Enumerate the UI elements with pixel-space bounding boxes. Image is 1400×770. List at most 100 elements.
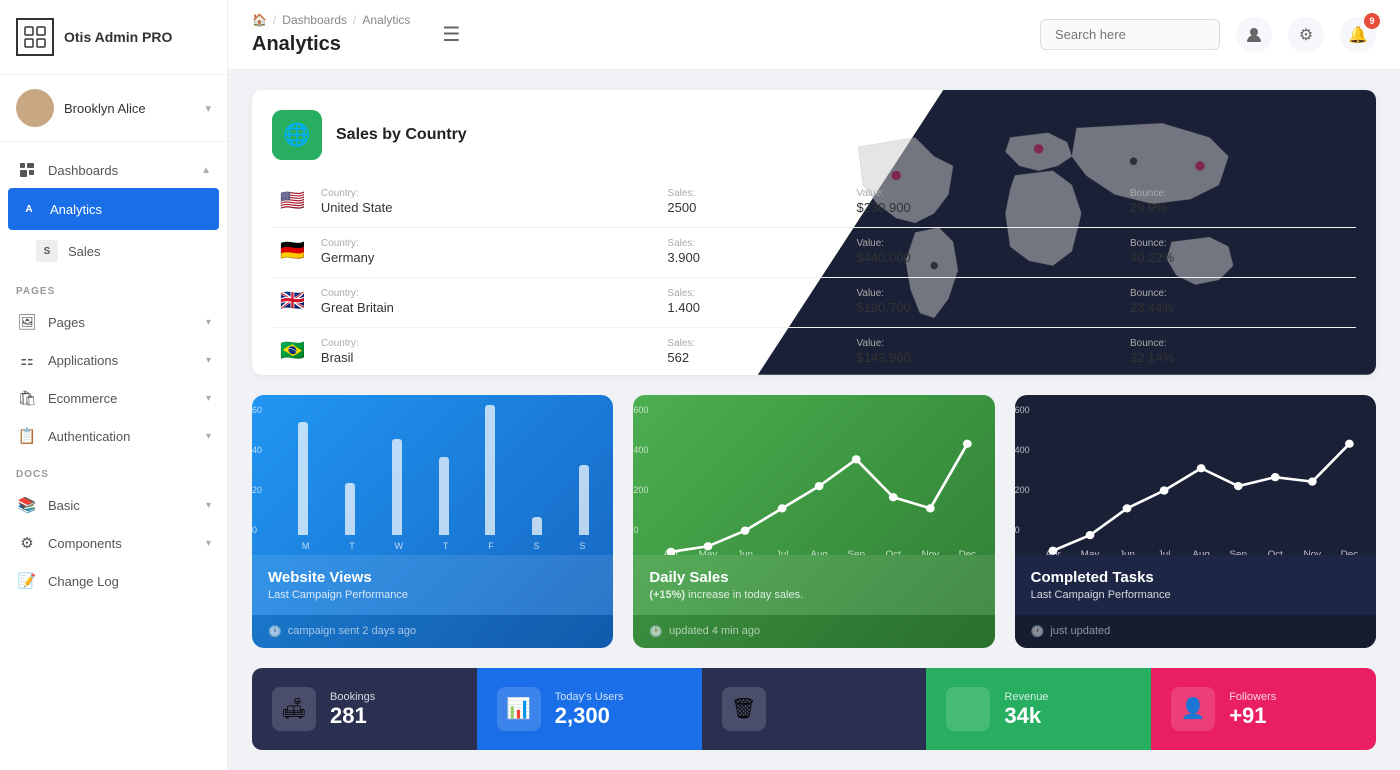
home-icon: 🏠 bbox=[252, 13, 267, 27]
stat-item-4: 👤 Followers +91 bbox=[1151, 668, 1376, 750]
applications-icon: ⚏ bbox=[16, 351, 38, 369]
user-profile[interactable]: Brooklyn Alice ▾ bbox=[0, 75, 227, 142]
data-point bbox=[1308, 477, 1317, 485]
daily-sales-title: Daily Sales bbox=[649, 569, 978, 586]
sidebar-item-analytics-label: Analytics bbox=[50, 202, 209, 217]
sidebar-item-components[interactable]: ⚙ Components ▾ bbox=[0, 524, 227, 562]
bar-wrapper bbox=[422, 457, 465, 535]
sales-cell: Sales: 1.400 bbox=[659, 278, 848, 328]
sidebar-item-dashboards[interactable]: Dashboards ▲ bbox=[0, 152, 227, 188]
daily-sales-card: 600 400 200 0 AprMayJunJulAugSepOctNovDe… bbox=[633, 395, 994, 648]
ecommerce-chevron-icon: ▾ bbox=[206, 393, 211, 404]
sidebar-item-changelog[interactable]: 📝 Change Log bbox=[0, 562, 227, 600]
country-cell: Country: United State bbox=[313, 178, 660, 228]
data-point bbox=[926, 504, 935, 512]
data-point bbox=[852, 455, 861, 463]
value-cell: Value: $190,700 bbox=[848, 278, 1122, 328]
stat-icon-1: 📊 bbox=[497, 687, 541, 731]
sidebar-item-sales[interactable]: S Sales bbox=[0, 230, 227, 272]
bar bbox=[532, 517, 542, 534]
user-name: Brooklyn Alice bbox=[64, 101, 205, 116]
stat-label-1: Today's Users bbox=[555, 691, 624, 703]
value-cell: Value: $230,900 bbox=[848, 178, 1122, 228]
clock-icon3: 🕐 bbox=[1031, 625, 1045, 638]
sidebar-item-components-label: Components bbox=[48, 536, 206, 551]
docs-section-title: DOCS bbox=[0, 455, 227, 486]
sidebar-item-basic[interactable]: 📚 Basic ▾ bbox=[0, 486, 227, 524]
sidebar-item-authentication[interactable]: 📋 Authentication ▾ bbox=[0, 417, 227, 455]
x-axis-label: Jun bbox=[1119, 549, 1135, 555]
bar bbox=[298, 422, 308, 535]
notifications-icon-button[interactable]: 🔔 9 bbox=[1340, 17, 1376, 53]
stat-item-0: 🛋 Bookings 281 bbox=[252, 668, 477, 750]
country-cell: Country: Germany bbox=[313, 228, 660, 278]
stats-row: 🛋 Bookings 281 📊 Today's Users 2,300 🗑 R… bbox=[252, 668, 1376, 750]
data-point bbox=[963, 439, 972, 447]
stat-value-1: 2,300 bbox=[555, 705, 624, 727]
bar bbox=[485, 405, 495, 535]
data-point bbox=[778, 504, 787, 512]
page-title: Analytics bbox=[252, 33, 341, 56]
bar-chart bbox=[282, 405, 605, 535]
settings-icon-button[interactable]: ⚙ bbox=[1288, 17, 1324, 53]
sidebar-item-applications-label: Applications bbox=[48, 353, 206, 368]
main-content-area: 🌐 Sales by Country 🇺🇸 Country: United St… bbox=[228, 70, 1400, 770]
stat-item-3: Revenue 34k bbox=[926, 668, 1151, 750]
completed-tasks-y-labels: 600 400 200 0 bbox=[1015, 405, 1030, 535]
stat-icon-4: 👤 bbox=[1171, 687, 1215, 731]
stat-icon-3 bbox=[946, 687, 990, 731]
stat-label-4: Followers bbox=[1229, 691, 1276, 703]
applications-chevron-icon: ▾ bbox=[206, 355, 211, 366]
x-axis-label: Jul bbox=[776, 549, 789, 555]
clock-icon: 🕐 bbox=[268, 625, 282, 638]
x-axis-label: May bbox=[699, 549, 718, 555]
sidebar-item-sales-label: Sales bbox=[68, 244, 211, 259]
value-cell: Value: $440,000 bbox=[848, 228, 1122, 278]
x-axis-label: Jun bbox=[737, 549, 753, 555]
value-cell: Value: $143,960 bbox=[848, 328, 1122, 375]
breadcrumb-sep1: / bbox=[273, 13, 276, 27]
stat-value-4: +91 bbox=[1229, 705, 1276, 727]
basic-icon: 📚 bbox=[16, 496, 38, 514]
x-axis-label: Apr bbox=[1045, 549, 1061, 555]
sidebar-item-applications[interactable]: ⚏ Applications ▾ bbox=[0, 341, 227, 379]
data-point bbox=[1085, 531, 1094, 539]
daily-sales-highlight: (+15%) bbox=[649, 589, 685, 601]
sidebar-item-pages-label: Pages bbox=[48, 315, 206, 330]
x-axis-label: Sep bbox=[1229, 549, 1247, 555]
x-axis-label: Aug bbox=[1192, 549, 1210, 555]
table-row: 🇬🇧 Country: Great Britain Sales: 1.400 V… bbox=[272, 278, 1356, 328]
stat-icon-0: 🛋 bbox=[272, 687, 316, 731]
x-axis-label: Apr bbox=[664, 549, 680, 555]
sales-by-country-card: 🌐 Sales by Country 🇺🇸 Country: United St… bbox=[252, 90, 1376, 375]
data-point bbox=[889, 493, 898, 501]
sidebar-item-analytics[interactable]: A Analytics bbox=[8, 188, 219, 230]
user-icon-button[interactable] bbox=[1236, 17, 1272, 53]
bar-wrapper bbox=[329, 483, 372, 535]
sidebar-item-dashboards-label: Dashboards bbox=[48, 163, 201, 178]
daily-sales-subtitle-text: increase in today sales. bbox=[688, 589, 803, 601]
search-input[interactable] bbox=[1040, 19, 1220, 50]
analytics-dot: A bbox=[18, 198, 40, 220]
bar-wrapper bbox=[516, 517, 559, 534]
stat-value-0: 281 bbox=[330, 705, 375, 727]
x-axis-label: Nov bbox=[922, 549, 940, 555]
sidebar-item-ecommerce-label: Ecommerce bbox=[48, 391, 206, 406]
dashboards-icon bbox=[16, 162, 38, 178]
completed-tasks-title: Completed Tasks bbox=[1031, 569, 1360, 586]
data-point bbox=[1159, 486, 1168, 494]
sidebar-item-ecommerce[interactable]: 🛍 Ecommerce ▾ bbox=[0, 379, 227, 417]
country-table: 🇺🇸 Country: United State Sales: 2500 Val… bbox=[272, 178, 1356, 375]
sales-cell: Sales: 2500 bbox=[659, 178, 848, 228]
menu-toggle-icon[interactable]: ☰ bbox=[442, 22, 460, 47]
daily-sales-y-labels: 600 400 200 0 bbox=[633, 405, 648, 535]
sidebar-item-pages[interactable]: 🖼 Pages ▾ bbox=[0, 303, 227, 341]
website-views-chart: 60 40 20 0 MTWTFSS bbox=[252, 395, 613, 555]
sidebar: Otis Admin PRO Brooklyn Alice ▾ Dashboar… bbox=[0, 0, 228, 770]
country-cell: Country: Great Britain bbox=[313, 278, 660, 328]
app-name: Otis Admin PRO bbox=[64, 29, 172, 46]
daily-sales-svg: AprMayJunJulAugSepOctNovDec bbox=[649, 411, 978, 555]
main-content: 🏠 / Dashboards / Analytics Analytics ☰ ⚙… bbox=[228, 0, 1400, 770]
clock-icon2: 🕐 bbox=[649, 625, 663, 638]
bar-wrapper bbox=[282, 422, 325, 535]
